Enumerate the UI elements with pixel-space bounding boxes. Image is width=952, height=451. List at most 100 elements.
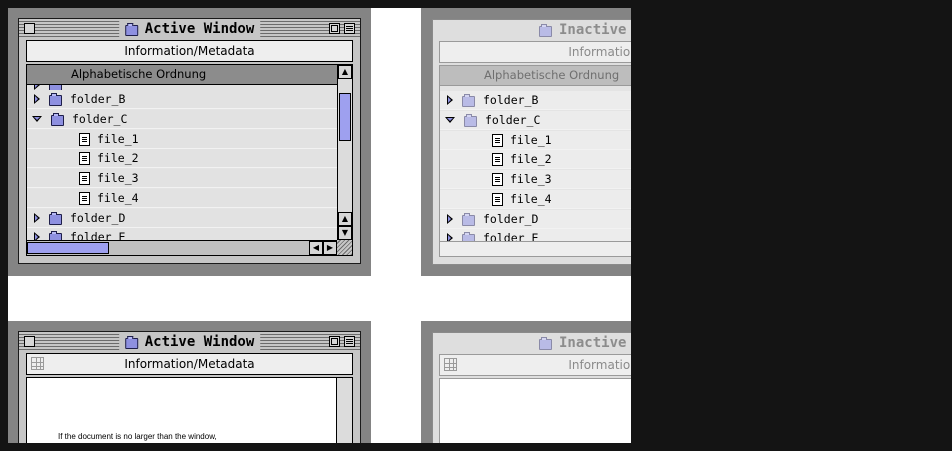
disclosure-triangle-icon[interactable] [34, 94, 40, 104]
scroll-left-button[interactable]: ◀ [309, 241, 323, 255]
window-title: Active Window [118, 333, 261, 351]
disclosure-triangle-icon[interactable] [445, 117, 455, 123]
disclosure-triangle-icon[interactable] [447, 214, 453, 224]
column-header[interactable]: Alphabetische Ordnung [27, 65, 337, 85]
grow-box-icon[interactable] [337, 240, 352, 255]
active-list-window: Active Window Information/Metadata Alpha… [18, 18, 361, 264]
list-rows: folder_B folder_C file_1 file_2 file_3 f… [440, 86, 631, 241]
item-label: folder_E [70, 230, 126, 240]
scroll-up-arrow-button[interactable]: ▲ [338, 212, 352, 226]
title-bar[interactable]: Inactive Wi [433, 333, 631, 353]
close-box-icon[interactable] [24, 336, 35, 347]
scroll-right-button[interactable]: ▶ [323, 241, 337, 255]
list-item[interactable]: folder_E [440, 229, 631, 241]
file-icon [492, 172, 503, 186]
item-label: file_2 [510, 152, 552, 166]
document-area[interactable] [439, 378, 631, 443]
list-rows: folder_B folder_C file_1 file_2 file_3 f… [27, 85, 337, 240]
title-bar[interactable]: Active Window [19, 332, 360, 352]
info-label: Information/Meta [568, 358, 631, 372]
file-icon [79, 171, 90, 185]
list-item[interactable]: file_1 [440, 131, 631, 150]
vertical-scrollbar[interactable] [336, 378, 352, 443]
grid-icon[interactable] [31, 357, 44, 370]
info-header: Information/Meta [439, 41, 631, 63]
list-item[interactable]: file_2 [440, 150, 631, 169]
folder-icon [462, 231, 477, 241]
inactive-list-window: Inactive Wi Information/Meta Alphabetisc… [432, 19, 631, 265]
close-box-icon[interactable] [24, 23, 35, 34]
list-item[interactable]: folder_B [27, 90, 337, 109]
list-item[interactable]: folder_D [27, 209, 337, 228]
folder-icon [539, 336, 554, 350]
disclosure-triangle-icon[interactable] [447, 233, 453, 241]
title-bar[interactable]: Inactive Wi [433, 20, 631, 40]
item-label: folder_D [70, 211, 126, 225]
window-title-text: Active Window [144, 21, 255, 37]
item-label: file_3 [510, 172, 552, 186]
window-title-text: Active Window [144, 334, 255, 350]
window-title: Inactive Wi [533, 334, 631, 352]
file-icon [79, 132, 90, 146]
item-label: file_4 [510, 192, 552, 206]
disclosure-triangle-icon[interactable] [34, 213, 40, 223]
list-item[interactable]: folder_B [440, 91, 631, 110]
list-item[interactable]: folder_D [440, 210, 631, 229]
grid-icon[interactable] [444, 358, 457, 371]
inactive-doc-window: Inactive Wi Information/Meta [432, 332, 631, 443]
disclosure-triangle-icon[interactable] [34, 232, 40, 240]
zoom-box-icon[interactable] [329, 336, 340, 347]
list-item[interactable]: file_1 [27, 130, 337, 149]
horizontal-scroll-thumb[interactable] [27, 242, 109, 254]
horizontal-scrollbar[interactable] [440, 241, 631, 256]
folder-icon [124, 22, 140, 36]
window-title: Inactive Wi [533, 21, 631, 39]
folder-icon [462, 93, 477, 107]
collapse-box-icon[interactable] [344, 23, 355, 34]
zoom-box-icon[interactable] [329, 23, 340, 34]
list-item[interactable]: folder_C [440, 111, 631, 130]
column-header-label: Alphabetische Ordnung [71, 67, 207, 81]
folder-icon [539, 23, 554, 37]
scroll-down-button[interactable]: ▼ [338, 226, 352, 240]
disclosure-triangle-icon[interactable] [32, 116, 42, 122]
column-header[interactable]: Alphabetische Ordnung [440, 66, 631, 86]
item-label: folder_B [483, 93, 539, 107]
window-title-text: Inactive Wi [559, 22, 631, 38]
item-label: folder_D [483, 212, 539, 226]
list-view: Alphabetische Ordnung folder_B folder_C … [26, 64, 353, 256]
folder-icon [49, 230, 64, 240]
folder-icon [464, 113, 479, 127]
file-icon [79, 191, 90, 205]
document-area[interactable]: If the document is no larger than the wi… [26, 377, 353, 443]
info-header: Information/Meta [439, 354, 631, 376]
info-header: Information/Metadata [26, 353, 353, 375]
folder-icon [462, 212, 477, 226]
list-item[interactable]: folder_E [27, 228, 337, 240]
file-icon [492, 152, 503, 166]
item-label: folder_C [485, 113, 541, 127]
collapse-box-icon[interactable] [344, 336, 355, 347]
vertical-scrollbar[interactable]: ▲ ▲ ▼ [337, 65, 352, 240]
item-label: folder_E [483, 231, 539, 241]
list-item[interactable]: file_4 [440, 190, 631, 209]
scroll-up-button[interactable]: ▲ [338, 65, 352, 79]
info-label: Information/Metadata [124, 357, 255, 371]
disclosure-triangle-icon[interactable] [447, 95, 453, 105]
vertical-scroll-thumb[interactable] [339, 93, 351, 141]
list-item[interactable]: folder_C [27, 110, 337, 129]
list-item[interactable]: file_3 [27, 169, 337, 188]
active-doc-window: Active Window Information/Metadata If th… [18, 331, 361, 443]
file-icon [492, 133, 503, 147]
horizontal-scrollbar[interactable]: ◀ ▶ [27, 240, 337, 255]
title-bar[interactable]: Active Window [19, 19, 360, 39]
folder-icon [51, 112, 66, 126]
screenshot-canvas: Active Window Information/Metadata Alpha… [8, 8, 631, 443]
item-label: folder_B [70, 92, 126, 106]
item-label: file_2 [97, 151, 139, 165]
list-item[interactable]: file_4 [27, 189, 337, 208]
list-item[interactable]: file_2 [27, 149, 337, 168]
item-label: file_3 [97, 171, 139, 185]
list-item[interactable]: file_3 [440, 170, 631, 189]
folder-icon [49, 92, 64, 106]
